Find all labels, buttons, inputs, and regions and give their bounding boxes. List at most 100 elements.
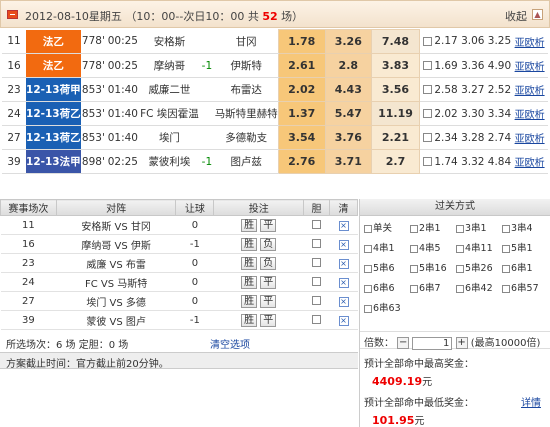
remove-icon[interactable]: × — [338, 258, 349, 269]
pass-checkbox[interactable] — [364, 224, 372, 233]
pass-checkbox[interactable] — [410, 244, 418, 253]
odds-draw[interactable]: 3.76 — [324, 125, 373, 150]
dan-checkbox[interactable] — [312, 296, 322, 305]
select-checkbox[interactable] — [419, 149, 435, 174]
pass-checkbox[interactable] — [456, 244, 464, 253]
odds-win[interactable]: 2.02 — [277, 77, 326, 102]
increase-button[interactable]: + — [455, 337, 468, 349]
decrease-button[interactable]: − — [397, 337, 410, 349]
odds-lose[interactable]: 2.21 — [371, 125, 420, 150]
pass-option[interactable]: 5串16 — [410, 260, 447, 274]
pass-checkbox[interactable] — [456, 224, 464, 233]
odds-lose[interactable]: 3.56 — [371, 77, 420, 102]
bet-option-1[interactable]: 胜 — [241, 237, 258, 251]
home-team: 摩纳哥 — [139, 53, 200, 78]
pass-checkbox[interactable] — [502, 224, 510, 233]
pass-checkbox[interactable] — [456, 284, 464, 293]
pass-option[interactable]: 6串42 — [456, 280, 493, 294]
odds-win[interactable]: 2.61 — [277, 53, 326, 78]
pass-option[interactable]: 2串1 — [410, 220, 441, 234]
remove-icon[interactable]: × — [338, 239, 349, 250]
odds-win[interactable]: 1.37 — [277, 101, 326, 126]
select-checkbox[interactable] — [419, 77, 435, 102]
analysis-link[interactable]: 亚欧析 — [511, 101, 548, 126]
bet-option-2[interactable]: 平 — [260, 294, 277, 308]
pass-checkbox[interactable] — [364, 284, 372, 293]
dan-checkbox[interactable] — [312, 239, 322, 248]
bet-option-2[interactable]: 负 — [260, 256, 277, 270]
odds-lose[interactable]: 3.83 — [371, 53, 420, 78]
pass-option[interactable]: 5串1 — [502, 240, 533, 254]
pass-checkbox[interactable] — [410, 224, 418, 233]
odds-draw[interactable]: 2.8 — [324, 53, 373, 78]
bet-option-2[interactable]: 负 — [260, 237, 277, 251]
odds-lose[interactable]: 7.48 — [371, 29, 420, 54]
analysis-link[interactable]: 亚欧析 — [511, 29, 548, 54]
pass-option[interactable]: 5串26 — [456, 260, 493, 274]
pass-checkbox[interactable] — [364, 304, 372, 313]
bet-match: 威廉 VS 布雷 — [56, 253, 176, 273]
pass-option[interactable]: 6串63 — [364, 300, 401, 314]
pass-checkbox[interactable] — [364, 244, 372, 253]
odds-draw[interactable]: 4.43 — [324, 77, 373, 102]
analysis-link[interactable]: 亚欧析 — [511, 149, 548, 174]
pass-option[interactable]: 6串6 — [364, 280, 395, 294]
odds-draw[interactable]: 5.47 — [324, 101, 373, 126]
select-checkbox[interactable] — [419, 101, 435, 126]
pass-checkbox[interactable] — [502, 264, 510, 273]
pass-checkbox[interactable] — [502, 244, 510, 253]
pass-option[interactable]: 4串11 — [456, 240, 493, 254]
pass-option[interactable]: 5串6 — [364, 260, 395, 274]
bet-option-2[interactable]: 平 — [260, 218, 277, 232]
pass-option[interactable]: 4串5 — [410, 240, 441, 254]
analysis-link[interactable]: 亚欧析 — [511, 53, 548, 78]
dan-checkbox[interactable] — [312, 277, 322, 286]
odds-win[interactable]: 3.54 — [277, 125, 326, 150]
collapse-link[interactable]: 收起 — [505, 8, 527, 24]
remove-icon[interactable]: × — [338, 315, 349, 326]
bet-option-1[interactable]: 胜 — [241, 256, 258, 270]
multiplier-input[interactable]: 1 — [412, 336, 453, 350]
bet-option-1[interactable]: 胜 — [241, 294, 258, 308]
pass-option[interactable]: 6串1 — [502, 260, 533, 274]
dan-checkbox[interactable] — [312, 220, 322, 229]
select-checkbox[interactable] — [419, 125, 435, 150]
pass-option[interactable]: 单关 — [364, 220, 392, 234]
bet-option-2[interactable]: 平 — [260, 313, 277, 327]
bet-option-1[interactable]: 胜 — [241, 275, 258, 289]
remove-icon[interactable]: × — [338, 220, 349, 231]
pass-option[interactable]: 3串1 — [456, 220, 487, 234]
bet-option-1[interactable]: 胜 — [241, 313, 258, 327]
analysis-link[interactable]: 亚欧析 — [511, 125, 548, 150]
odds-lose[interactable]: 11.19 — [371, 101, 420, 126]
odds-draw[interactable]: 3.71 — [324, 149, 373, 174]
collapse-icon[interactable]: ▲ — [532, 9, 543, 20]
pass-header: 过关方式 — [360, 199, 550, 216]
bet-option-2[interactable]: 平 — [260, 275, 277, 289]
analysis-link[interactable]: 亚欧析 — [511, 77, 548, 102]
odds-draw[interactable]: 3.26 — [324, 29, 373, 54]
pass-checkbox[interactable] — [364, 264, 372, 273]
odds-lose[interactable]: 2.7 — [371, 149, 420, 174]
match-code: 778' — [80, 53, 107, 78]
remove-icon[interactable]: × — [338, 277, 349, 288]
dan-checkbox[interactable] — [312, 258, 322, 267]
odds-win[interactable]: 2.76 — [277, 149, 326, 174]
bet-no: 39 — [0, 310, 57, 330]
select-checkbox[interactable] — [419, 53, 435, 78]
pass-option[interactable]: 4串1 — [364, 240, 395, 254]
select-checkbox[interactable] — [419, 29, 435, 54]
odds-win[interactable]: 1.78 — [277, 29, 326, 54]
bet-option-1[interactable]: 胜 — [241, 218, 258, 232]
pass-option[interactable]: 3串4 — [502, 220, 533, 234]
detail-link[interactable]: 详情 — [521, 394, 541, 409]
clear-options-link[interactable]: 清空选项 — [210, 336, 250, 351]
pass-checkbox[interactable] — [410, 264, 418, 273]
pass-option[interactable]: 6串7 — [410, 280, 441, 294]
remove-icon[interactable]: × — [338, 296, 349, 307]
dan-checkbox[interactable] — [312, 315, 322, 324]
pass-checkbox[interactable] — [410, 284, 418, 293]
pass-checkbox[interactable] — [456, 264, 464, 273]
pass-checkbox[interactable] — [502, 284, 510, 293]
pass-option[interactable]: 6串57 — [502, 280, 539, 294]
